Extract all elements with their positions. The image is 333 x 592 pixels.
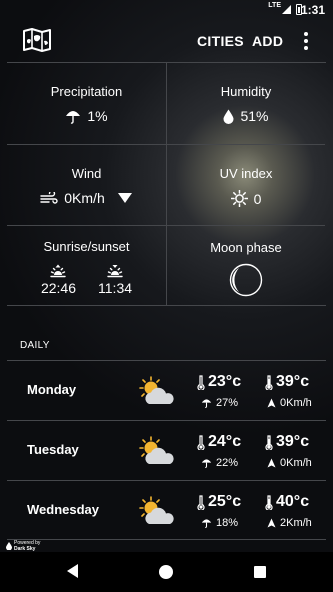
partly-cloudy-icon: [139, 376, 174, 404]
temp-min-value: 24°c: [208, 433, 242, 450]
partly-cloudy-icon: [139, 436, 174, 464]
temp-min-value: 23°c: [208, 373, 242, 390]
humidity-label: Humidity: [220, 84, 272, 99]
thermometer-icon: [197, 494, 205, 510]
thermometer-icon: [197, 434, 205, 450]
umbrella-icon: [201, 519, 212, 528]
temp-max-group: 39°c: [265, 373, 309, 391]
moon-phase-cell: Moon phase: [166, 225, 325, 306]
signal-icon: [282, 5, 291, 14]
wind-value: 0Km/h: [64, 190, 105, 206]
temp-min-group: 24°c: [197, 433, 241, 451]
sunrise-sunset-cell: Sunrise/sunset 22:46 11:34: [7, 225, 166, 306]
uv-index-cell: UV index 0: [166, 144, 325, 225]
daily-precip-group: 22%: [201, 457, 238, 469]
daily-precip-value: 22%: [216, 457, 239, 469]
humidity-cell: Humidity 51%: [166, 63, 325, 144]
daily-forecast-row[interactable]: Monday 23°c 39°c 27% 0Km/h: [7, 360, 326, 420]
daily-precip-group: 27%: [201, 397, 238, 409]
temp-max-value: 39°c: [276, 373, 310, 390]
add-city-button[interactable]: ADD: [252, 33, 283, 49]
recent-apps-icon[interactable]: [254, 566, 266, 578]
temp-max-group: 39°c: [265, 433, 309, 451]
daily-precip-value: 18%: [216, 517, 239, 529]
daily-wind-group: 0Km/h: [267, 457, 312, 469]
daily-forecast-list: Monday 23°c 39°c 27% 0Km/h Tuesday 24°c …: [7, 360, 326, 540]
temp-max-value: 39°c: [276, 433, 310, 450]
daily-wind-value: 0Km/h: [280, 397, 312, 409]
umbrella-icon: [201, 459, 212, 468]
clock: 1:31: [300, 3, 325, 17]
moon-phase-icon: [229, 263, 263, 297]
wind-direction-arrow-icon: [267, 458, 276, 468]
wind-direction-arrow-icon: [267, 518, 276, 528]
partly-cloudy-icon: [139, 496, 174, 524]
temp-min-value: 25°c: [208, 493, 242, 510]
precipitation-label: Precipitation: [50, 84, 123, 99]
daily-forecast-row[interactable]: Wednesday 25°c 40°c 18% 2Km/h: [7, 480, 326, 540]
day-name: Tuesday: [27, 442, 79, 457]
sunrise-sunset-label: Sunrise/sunset: [43, 239, 130, 254]
umbrella-icon: [201, 399, 212, 408]
daily-wind-group: 2Km/h: [267, 517, 312, 529]
sunrise-time: 22:46: [40, 280, 77, 296]
day-name: Monday: [27, 382, 77, 397]
thermometer-icon: [197, 374, 205, 390]
daily-wind-value: 0Km/h: [280, 457, 312, 469]
daily-section-label: DAILY: [20, 340, 50, 351]
wind-icon: [40, 191, 58, 204]
daily-precip-value: 27%: [216, 397, 239, 409]
sunset-time: 11:34: [98, 280, 133, 296]
umbrella-icon: [66, 110, 81, 124]
folded-map-icon[interactable]: [23, 28, 51, 52]
temp-max-value: 40°c: [276, 493, 310, 510]
dark-sky-logo-icon: [6, 542, 12, 550]
more-vert-icon[interactable]: [299, 31, 313, 51]
sun-icon: [230, 190, 248, 207]
daily-wind-group: 0Km/h: [267, 397, 312, 409]
wind-label: Wind: [71, 166, 102, 181]
dark-sky-attribution[interactable]: Powered by Dark Sky: [6, 540, 40, 552]
uv-index-label: UV index: [219, 166, 273, 181]
temp-max-group: 40°c: [265, 493, 309, 511]
temp-min-group: 23°c: [197, 373, 241, 391]
precipitation-cell: Precipitation 1%: [7, 63, 166, 144]
back-icon[interactable]: [67, 564, 78, 578]
cities-button[interactable]: CITIES: [197, 33, 244, 49]
wind-direction-arrow-icon: [267, 398, 276, 408]
thermometer-icon: [265, 374, 273, 390]
current-conditions-grid: Precipitation 1% Humidity 51% Wind 0Km/h: [7, 62, 326, 306]
status-bar: LTE 1:31: [0, 0, 333, 20]
system-navigation-bar: [0, 552, 333, 592]
wind-cell: Wind 0Km/h: [7, 144, 166, 225]
precipitation-value: 1%: [87, 108, 108, 124]
network-type: LTE: [268, 2, 281, 9]
daily-precip-group: 18%: [201, 517, 238, 529]
app-bar: CITIES ADD: [0, 20, 333, 62]
wind-direction-arrow-icon: [117, 193, 132, 203]
uv-index-value: 0: [253, 190, 262, 207]
daily-wind-value: 2Km/h: [280, 517, 312, 529]
day-name: Wednesday: [27, 502, 100, 517]
sunset-icon: [107, 265, 123, 278]
thermometer-icon: [265, 434, 273, 450]
water-drop-icon: [223, 109, 234, 124]
temp-min-group: 25°c: [197, 493, 241, 511]
daily-forecast-row[interactable]: Tuesday 24°c 39°c 22% 0Km/h: [7, 420, 326, 480]
sunrise-icon: [50, 264, 67, 278]
home-icon[interactable]: [159, 565, 173, 579]
thermometer-icon: [265, 494, 273, 510]
moon-phase-label: Moon phase: [210, 240, 282, 255]
humidity-value: 51%: [240, 108, 269, 124]
